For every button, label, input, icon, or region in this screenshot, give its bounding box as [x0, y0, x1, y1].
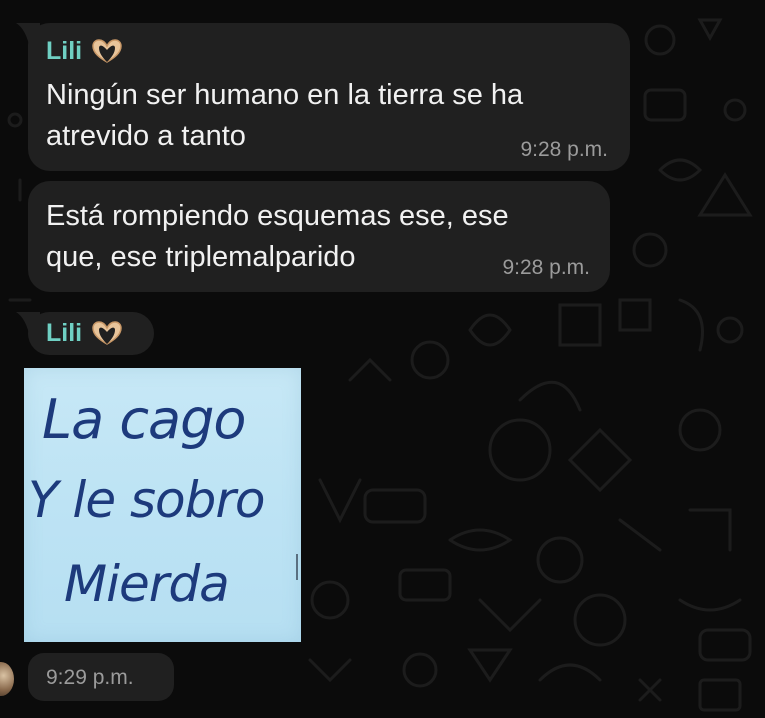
- sticker-image[interactable]: La cago Y le sobro Mierda: [24, 368, 301, 642]
- message-text: Ningún ser humano en la tierra se ha atr…: [46, 79, 524, 152]
- message-timestamp: 9:28 p.m.: [520, 138, 608, 161]
- sticker-text-line-3: Mierda: [64, 555, 230, 613]
- sticker-sender-bubble: Lili: [16, 312, 154, 355]
- sticker-text-line-1: La cago: [42, 388, 246, 451]
- sender-name: Lili: [46, 36, 124, 66]
- heart-hands-icon: [92, 321, 122, 345]
- bubble-tail: [16, 312, 40, 338]
- sender-name: Lili: [46, 318, 124, 348]
- sticker-text-line-2: Y le sobro: [28, 471, 266, 529]
- message-timestamp: 9:28 p.m.: [502, 256, 590, 279]
- message-bubble-1[interactable]: Lili Ningún ser humano en la tierra se h…: [16, 23, 630, 171]
- message-timestamp: 9:29 p.m.: [46, 666, 134, 689]
- sender-label: Lili: [46, 319, 83, 347]
- sender-label: Lili: [46, 37, 83, 65]
- bubble-tail: [16, 23, 40, 49]
- message-text: Está rompiendo esquemas ese, ese que, es…: [46, 200, 509, 273]
- heart-hands-icon: [92, 39, 122, 63]
- sticker-mark: [296, 554, 298, 580]
- message-bubble-2[interactable]: Está rompiendo esquemas ese, ese que, es…: [28, 181, 610, 292]
- sticker-timestamp-bubble: 9:29 p.m.: [28, 653, 174, 701]
